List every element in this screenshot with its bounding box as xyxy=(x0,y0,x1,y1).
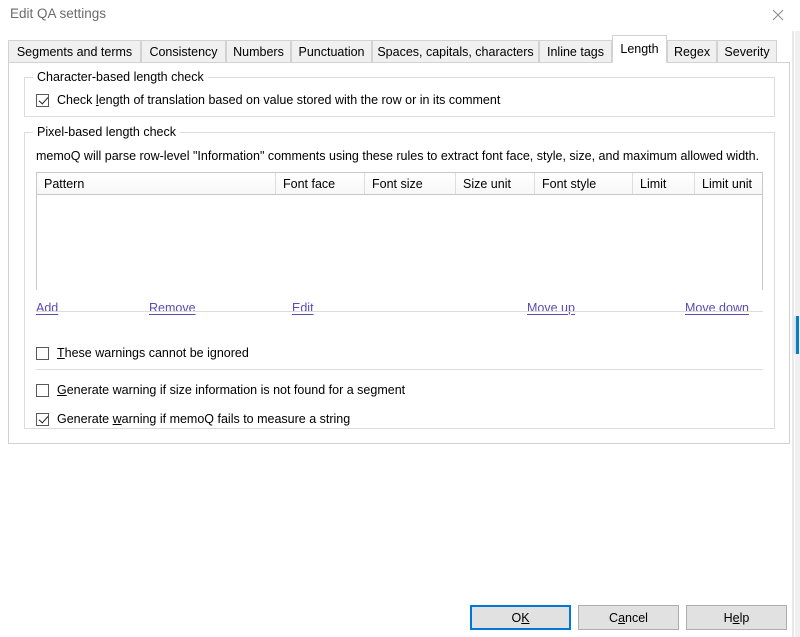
checkbox-generate-warning-no-size-info[interactable]: Generate warning if size information is … xyxy=(36,383,405,397)
tab-label: Consistency xyxy=(149,44,218,59)
column-header-font-size[interactable]: Font size xyxy=(365,173,456,194)
button-label-pre: O xyxy=(511,610,522,625)
checkbox-label: These warnings cannot be ignored xyxy=(57,346,249,360)
tab-inline-tags[interactable]: Inline tags xyxy=(539,40,612,63)
checkbox-generate-warning-measure-fail[interactable]: Generate warning if memoQ fails to measu… xyxy=(36,412,350,426)
character-based-length-check-group: Character-based length check Check lengt… xyxy=(24,70,775,117)
tab-length[interactable]: Length xyxy=(612,35,667,63)
rules-table-header: Pattern Font face Font size Size unit Font s… xyxy=(37,173,762,195)
vertical-scrollbar[interactable] xyxy=(794,31,800,637)
edit-link[interactable]: Edit xyxy=(292,301,314,315)
checkbox-box[interactable] xyxy=(36,93,49,107)
tab-strip: Segments and terms Consistency Numbers Punc… xyxy=(8,35,792,63)
link-label-accel: d xyxy=(719,301,726,315)
link-label-post: p xyxy=(568,301,575,315)
window-title: Edit QA settings xyxy=(10,6,107,21)
tab-regex[interactable]: Regex xyxy=(667,40,717,63)
tab-consistency[interactable]: Consistency xyxy=(141,40,226,63)
tab-label: Regex xyxy=(673,44,711,59)
tab-label: Numbers xyxy=(233,44,284,59)
tab-label: Length xyxy=(620,42,659,56)
rules-table[interactable]: Pattern Font face Font size Size unit Font s… xyxy=(36,172,763,290)
button-label: Help xyxy=(724,611,750,625)
column-header-font-style[interactable]: Font style xyxy=(535,173,633,194)
checkbox-box[interactable] xyxy=(36,346,49,360)
button-label-post: lp xyxy=(739,610,750,625)
checkbox-label: Check length of translation based on val… xyxy=(57,93,501,107)
tab-spaces-capitals-characters[interactable]: Spaces, capitals, characters xyxy=(372,40,539,63)
checkbox-label: Generate warning if size information is … xyxy=(57,383,406,397)
tab-label: Punctuation xyxy=(298,44,365,59)
link-label-accel: u xyxy=(561,301,568,315)
column-header-pattern[interactable]: Pattern xyxy=(37,173,276,194)
checkbox-warnings-cannot-be-ignored[interactable]: These warnings cannot be ignored xyxy=(36,346,249,360)
tab-label: Spaces, capitals, characters xyxy=(377,44,534,59)
checkbox-box[interactable] xyxy=(36,383,49,397)
column-header-font-face[interactable]: Font face xyxy=(276,173,365,194)
button-label-accel: a xyxy=(618,610,626,625)
link-label-post: emove xyxy=(158,301,196,315)
scrollbar-thumb[interactable] xyxy=(796,316,799,354)
column-header-limit-unit[interactable]: Limit unit xyxy=(695,173,762,194)
remove-link[interactable]: Remove xyxy=(149,301,196,315)
button-label-accel: K xyxy=(521,610,530,625)
move-up-link[interactable]: Move up xyxy=(527,301,575,315)
link-label-pre: Move xyxy=(527,301,562,315)
tab-label: Severity xyxy=(724,44,770,59)
button-label-pre: H xyxy=(723,610,733,625)
button-label-post: ncel xyxy=(625,610,648,625)
tab-segments-and-terms[interactable]: Segments and terms xyxy=(8,40,141,63)
close-icon xyxy=(772,9,784,21)
cancel-button[interactable]: Cancel xyxy=(578,605,679,630)
link-label-post: dit xyxy=(300,301,314,315)
button-label: Cancel xyxy=(609,611,648,625)
character-group-legend: Character-based length check xyxy=(33,70,208,84)
link-label-post: dd xyxy=(44,301,59,315)
move-down-link[interactable]: Move down xyxy=(685,301,749,315)
ok-button[interactable]: OK xyxy=(470,605,571,630)
title-bar: Edit QA settings xyxy=(0,0,800,31)
pixel-group-legend: Pixel-based length check xyxy=(33,125,180,139)
pixel-description-text: memoQ will parse row-level "Information"… xyxy=(36,149,760,163)
pixel-based-length-check-group: Pixel-based length check memoQ will pars… xyxy=(24,125,775,429)
checkbox-label: Generate warning if memoQ fails to measu… xyxy=(57,412,351,426)
column-header-size-unit[interactable]: Size unit xyxy=(456,173,535,194)
options-separator xyxy=(36,369,763,370)
help-button[interactable]: Help xyxy=(686,605,787,630)
button-label-accel: e xyxy=(732,610,740,625)
button-label-pre: C xyxy=(609,610,619,625)
button-label: OK xyxy=(511,611,529,625)
tab-label: Inline tags xyxy=(547,44,604,59)
link-label-post: own xyxy=(726,301,749,315)
close-button[interactable] xyxy=(756,0,800,30)
tab-numbers[interactable]: Numbers xyxy=(226,40,291,63)
link-label-accel: R xyxy=(149,301,159,315)
column-header-limit[interactable]: Limit xyxy=(633,173,695,194)
tab-label: Segments and terms xyxy=(16,44,133,59)
link-label-pre: Move xyxy=(685,301,720,315)
tab-content-panel: Character-based length check Check lengt… xyxy=(8,62,790,444)
actions-separator xyxy=(36,311,763,312)
tab-punctuation[interactable]: Punctuation xyxy=(291,40,372,63)
add-link[interactable]: Add xyxy=(36,301,58,315)
tab-severity[interactable]: Severity xyxy=(717,40,777,63)
checkbox-check-length-of-translation[interactable]: Check length of translation based on val… xyxy=(36,93,500,107)
rules-table-body[interactable] xyxy=(37,195,762,290)
checkbox-box[interactable] xyxy=(36,412,49,426)
